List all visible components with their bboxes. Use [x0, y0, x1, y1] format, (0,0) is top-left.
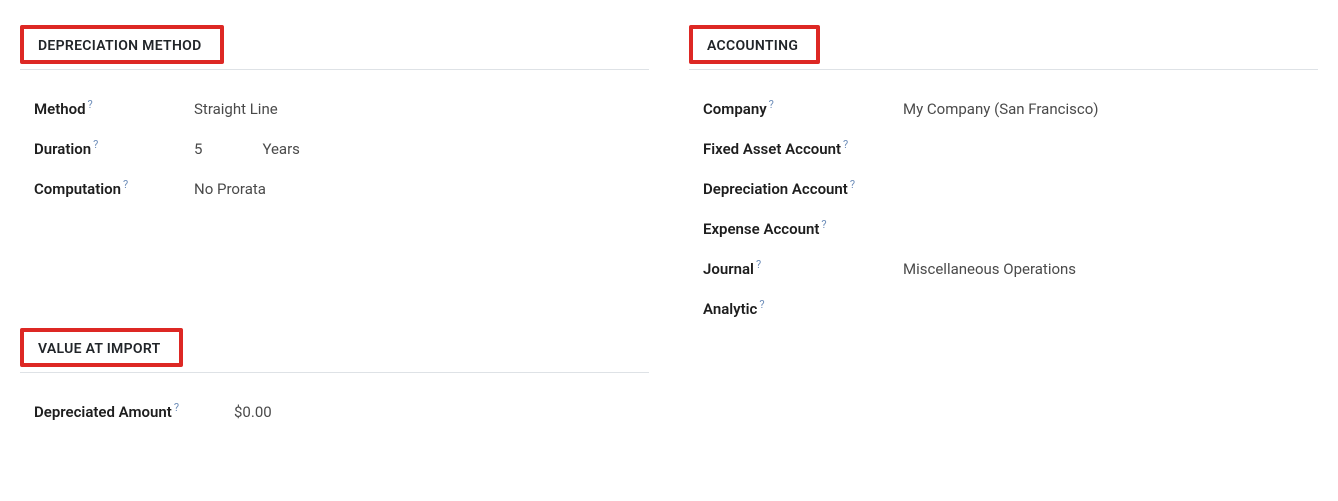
help-icon[interactable]: ? [88, 98, 93, 111]
analytic-row: Analytic? [703, 288, 1318, 328]
accounting-header-box: ACCOUNTING [689, 25, 820, 64]
expense-account-label-text: Expense Account [703, 220, 819, 238]
method-value[interactable]: Straight Line [194, 100, 649, 118]
fixed-asset-account-label-text: Fixed Asset Account [703, 140, 841, 158]
left-column: DEPRECIATION METHOD Method? Straight Lin… [20, 25, 649, 471]
duration-label: Duration? [34, 138, 194, 158]
duration-unit[interactable]: Years [262, 140, 299, 158]
duration-number[interactable]: 5 [194, 140, 202, 158]
help-icon[interactable]: ? [759, 298, 764, 311]
method-label: Method? [34, 98, 194, 118]
journal-label: Journal? [703, 258, 903, 278]
accounting-section: ACCOUNTING Company? My Company (San Fran… [689, 25, 1318, 328]
company-label: Company? [703, 98, 903, 118]
depreciation-method-title: DEPRECIATION METHOD [38, 38, 202, 54]
duration-value-group: 5 Years [194, 140, 649, 158]
help-icon[interactable]: ? [174, 401, 179, 414]
help-icon[interactable]: ? [843, 138, 848, 151]
analytic-label-text: Analytic [703, 300, 757, 318]
depreciated-amount-label-text: Depreciated Amount [34, 403, 172, 421]
analytic-label: Analytic? [703, 298, 903, 318]
fixed-asset-account-label: Fixed Asset Account? [703, 138, 903, 158]
help-icon[interactable]: ? [850, 178, 855, 191]
expense-account-row: Expense Account? [703, 208, 1318, 248]
company-value[interactable]: My Company (San Francisco) [903, 100, 1318, 118]
company-row: Company? My Company (San Francisco) [703, 88, 1318, 128]
computation-label: Computation? [34, 178, 194, 198]
journal-row: Journal? Miscellaneous Operations [703, 248, 1318, 288]
depreciated-amount-value[interactable]: $0.00 [234, 403, 649, 421]
depreciated-amount-row: Depreciated Amount? $0.00 [34, 391, 649, 431]
depreciation-account-label-text: Depreciation Account [703, 180, 848, 198]
duration-row: Duration? 5 Years [34, 128, 649, 168]
company-label-text: Company [703, 100, 767, 118]
help-icon[interactable]: ? [756, 258, 761, 271]
computation-label-text: Computation [34, 180, 121, 198]
depreciation-account-label: Depreciation Account? [703, 178, 903, 198]
depreciation-method-section: DEPRECIATION METHOD Method? Straight Lin… [20, 25, 649, 208]
fixed-asset-account-row: Fixed Asset Account? [703, 128, 1318, 168]
computation-value[interactable]: No Prorata [194, 180, 649, 198]
divider [20, 69, 649, 70]
expense-account-label: Expense Account? [703, 218, 903, 238]
divider [20, 372, 649, 373]
method-row: Method? Straight Line [34, 88, 649, 128]
divider [689, 69, 1318, 70]
help-icon[interactable]: ? [123, 178, 128, 191]
method-label-text: Method [34, 100, 86, 118]
depreciation-account-row: Depreciation Account? [703, 168, 1318, 208]
journal-value[interactable]: Miscellaneous Operations [903, 260, 1318, 278]
help-icon[interactable]: ? [769, 98, 774, 111]
help-icon[interactable]: ? [93, 138, 98, 151]
value-at-import-title: VALUE AT IMPORT [38, 341, 161, 357]
depreciated-amount-label: Depreciated Amount? [34, 401, 234, 421]
journal-label-text: Journal [703, 260, 754, 278]
depreciation-method-header-box: DEPRECIATION METHOD [20, 25, 224, 64]
accounting-title: ACCOUNTING [707, 38, 798, 54]
help-icon[interactable]: ? [821, 218, 826, 231]
right-column: ACCOUNTING Company? My Company (San Fran… [689, 25, 1318, 471]
value-at-import-section: VALUE AT IMPORT Depreciated Amount? $0.0… [20, 328, 649, 431]
value-at-import-header-box: VALUE AT IMPORT [20, 328, 183, 367]
duration-label-text: Duration [34, 140, 91, 158]
computation-row: Computation? No Prorata [34, 168, 649, 208]
